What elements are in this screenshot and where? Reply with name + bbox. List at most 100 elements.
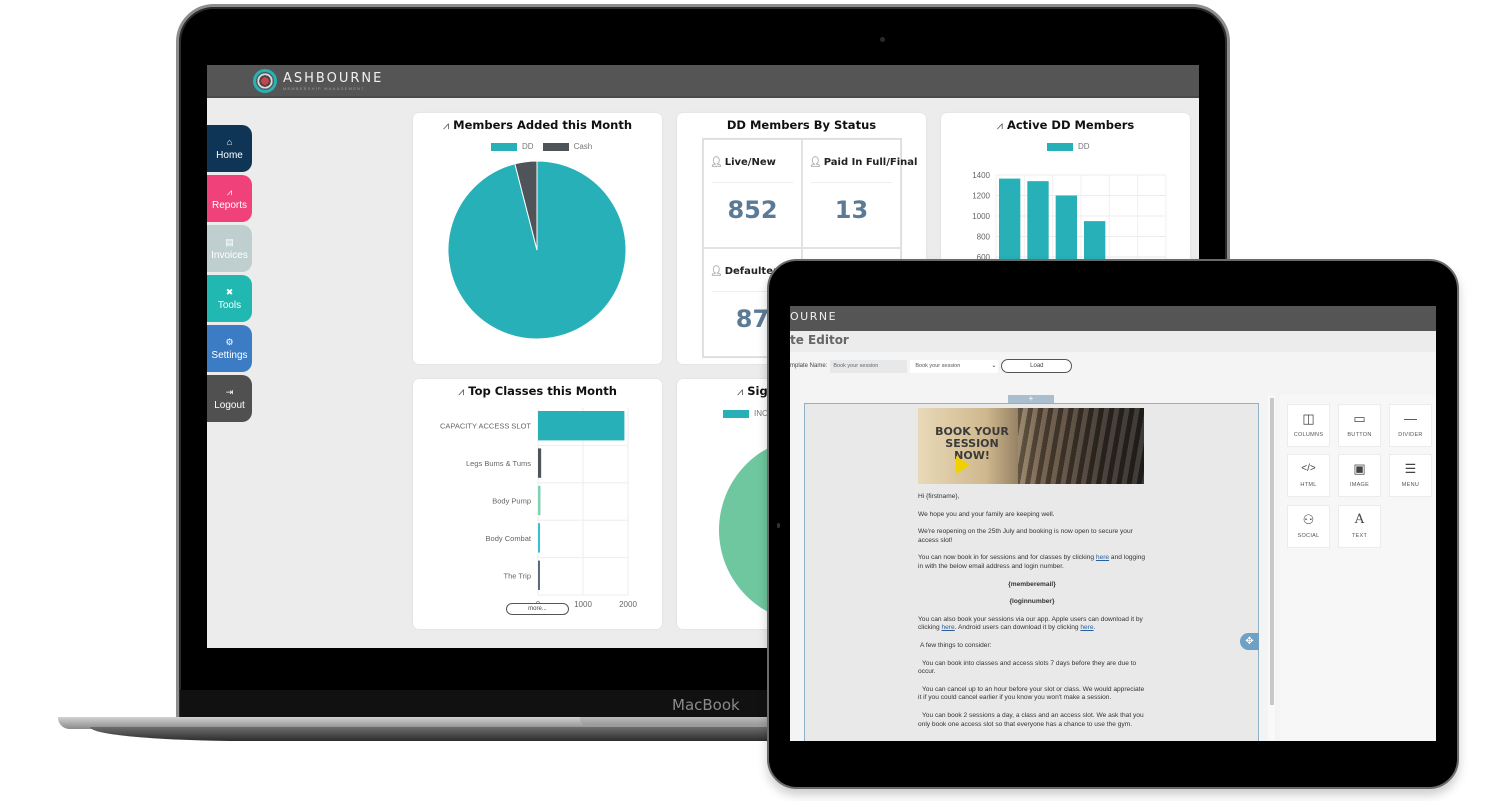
email-paragraph: You can book into classes and access slo… bbox=[918, 659, 1137, 676]
tool-social[interactable]: ⚇ SOCIAL bbox=[1287, 505, 1330, 548]
nav-home[interactable]: ⌂ Home bbox=[207, 125, 252, 172]
tool-menu[interactable]: ☰ MENU bbox=[1389, 454, 1432, 497]
x-tick-label: 1000 bbox=[574, 600, 592, 609]
nav-invoices[interactable]: ▤ Invoices bbox=[207, 225, 252, 272]
nav-logout[interactable]: ⇥ Logout bbox=[207, 375, 252, 422]
email-paragraph: You can also book your sessions via our … bbox=[918, 615, 1143, 632]
side-nav: ⌂ Home ⩘ Reports ▤ Invoices ✖ Tools ⚙ Se… bbox=[207, 125, 253, 425]
more-button[interactable]: more... bbox=[506, 603, 569, 615]
play-arrow-icon bbox=[956, 456, 970, 474]
nav-reports[interactable]: ⩘ Reports bbox=[207, 175, 252, 222]
tablet-logo-name: OURNE bbox=[790, 310, 838, 323]
legend-label[interactable]: DD bbox=[522, 142, 534, 151]
chart-icon: ⩘ bbox=[226, 187, 233, 197]
code-icon: </> bbox=[1301, 463, 1316, 474]
bar bbox=[538, 523, 540, 553]
stat-live-new[interactable]: 👤︎ Live/New 852 bbox=[703, 139, 802, 248]
page-title: te Editor bbox=[790, 333, 849, 347]
home-icon: ⌂ bbox=[226, 137, 233, 147]
email-paragraph: We hope you and your family are keeping … bbox=[918, 510, 1055, 518]
columns-icon: ◫ bbox=[1302, 411, 1315, 426]
stat-paid-in-full[interactable]: 👤︎ Paid In Full/Final 13 bbox=[802, 139, 917, 248]
menu-icon: ☰ bbox=[1404, 461, 1417, 476]
laptop-camera bbox=[880, 37, 885, 42]
card-title: Members Added this Month bbox=[453, 118, 633, 132]
tool-divider[interactable]: — DIVIDER bbox=[1389, 404, 1432, 447]
y-tick-label: 800 bbox=[977, 233, 991, 242]
card-title: Top Classes this Month bbox=[468, 384, 617, 398]
move-handle-icon[interactable]: ✥ bbox=[1240, 633, 1259, 650]
template-name-input[interactable]: Book your session bbox=[830, 359, 908, 373]
tool-text[interactable]: A TEXT bbox=[1338, 505, 1381, 548]
load-button[interactable]: Load bbox=[1001, 359, 1073, 373]
nav-settings[interactable]: ⚙ Settings bbox=[207, 325, 252, 372]
nav-label: Invoices bbox=[211, 250, 248, 261]
divider-icon: — bbox=[1404, 411, 1417, 426]
logout-icon: ⇥ bbox=[225, 387, 234, 397]
x-tick-label: 2000 bbox=[619, 600, 637, 609]
document-icon: ▤ bbox=[225, 237, 234, 247]
nav-tools[interactable]: ✖ Tools bbox=[207, 275, 252, 322]
app-logo[interactable]: ASHBOURNE MEMBERSHIP MANAGEMENT bbox=[253, 68, 383, 94]
bar bbox=[538, 485, 541, 516]
add-row-button[interactable]: + bbox=[1008, 395, 1054, 403]
legend-swatch bbox=[491, 142, 517, 151]
text-icon: A bbox=[1354, 512, 1365, 527]
hero-image[interactable]: BOOK YOUR SESSION NOW! bbox=[918, 408, 1144, 484]
tools-icon: ✖ bbox=[225, 287, 234, 297]
nav-label: Reports bbox=[211, 200, 247, 211]
laptop-notch bbox=[580, 717, 770, 725]
user-icon: 👤︎ bbox=[710, 266, 723, 277]
image-icon: ▣ bbox=[1353, 461, 1366, 476]
apple-link[interactable]: here bbox=[941, 624, 954, 631]
merge-tag-email: {memberemail} bbox=[1008, 580, 1056, 588]
line-chart-icon: ⩘ bbox=[458, 385, 465, 398]
bar bbox=[538, 560, 540, 590]
email-paragraph: You can book 2 sessions a day, a class a… bbox=[918, 711, 1144, 728]
email-body[interactable]: BOOK YOUR SESSION NOW! Hi {firstname}, W… bbox=[918, 408, 1146, 738]
card-title: Active DD Members bbox=[1006, 118, 1135, 132]
legend-label[interactable]: Cash bbox=[574, 142, 593, 151]
template-select[interactable]: Book your session ⌄ bbox=[910, 359, 999, 373]
line-chart-icon: ⩘ bbox=[996, 119, 1003, 132]
tool-image[interactable]: ▣ IMAGE bbox=[1338, 454, 1381, 497]
hero-text: BOOK YOUR SESSION NOW! bbox=[935, 425, 1009, 462]
nav-label: Logout bbox=[214, 400, 245, 411]
bar bbox=[538, 448, 542, 478]
category-label: Body Combat bbox=[486, 534, 532, 543]
category-label: The Trip bbox=[503, 571, 531, 580]
logo-name: ASHBOURNE bbox=[283, 70, 384, 86]
tool-columns[interactable]: ◫ COLUMNS bbox=[1287, 404, 1330, 447]
stat-label: Live/New bbox=[724, 157, 776, 168]
bar bbox=[538, 411, 625, 441]
content-tools-panel: ◫ COLUMNS ▭ BUTTON — DIVIDER </> HTML ▣ IMAGE… bbox=[1280, 395, 1436, 741]
top-classes-bar-chart: 010002000CAPACITY ACCESS SLOTLegs Bums &… bbox=[440, 408, 637, 609]
nav-label: Tools bbox=[217, 300, 242, 311]
user-icon: 👤︎ bbox=[809, 157, 822, 168]
chart-legend: DD Cash bbox=[491, 142, 592, 151]
tablet-app-header: OURNE bbox=[790, 306, 1436, 331]
email-paragraph: You can now book in for sessions and for… bbox=[918, 554, 1146, 570]
category-label: Body Pump bbox=[492, 497, 531, 506]
stat-value: 13 bbox=[834, 196, 869, 224]
laptop-brand-label: MacBook bbox=[672, 696, 740, 714]
legend-swatch bbox=[542, 142, 569, 151]
android-link[interactable]: here bbox=[1080, 624, 1093, 631]
email-paragraph: A few things to consider: bbox=[920, 641, 992, 649]
y-tick-label: 1000 bbox=[972, 212, 990, 221]
y-tick-label: 1200 bbox=[972, 192, 990, 201]
y-tick-label: 1400 bbox=[972, 171, 990, 180]
people-icon: ⚇ bbox=[1302, 512, 1315, 527]
gear-icon: ⚙ bbox=[225, 337, 234, 347]
scrollbar-thumb[interactable] bbox=[1270, 398, 1274, 705]
card-members-added: ⩘ Members Added this Month DD Cash bbox=[413, 113, 662, 364]
tablet-camera bbox=[777, 523, 780, 528]
email-paragraph: You can cancel up to an hour before your… bbox=[918, 685, 1145, 702]
card-title: Sig bbox=[747, 384, 768, 398]
here-link[interactable]: here bbox=[1096, 554, 1109, 561]
line-chart-icon: ⩘ bbox=[442, 119, 450, 132]
button-icon: ▭ bbox=[1353, 411, 1366, 426]
tool-button[interactable]: ▭ BUTTON bbox=[1338, 404, 1381, 447]
tool-html[interactable]: </> HTML bbox=[1287, 454, 1330, 497]
stat-value: 852 bbox=[727, 196, 778, 224]
